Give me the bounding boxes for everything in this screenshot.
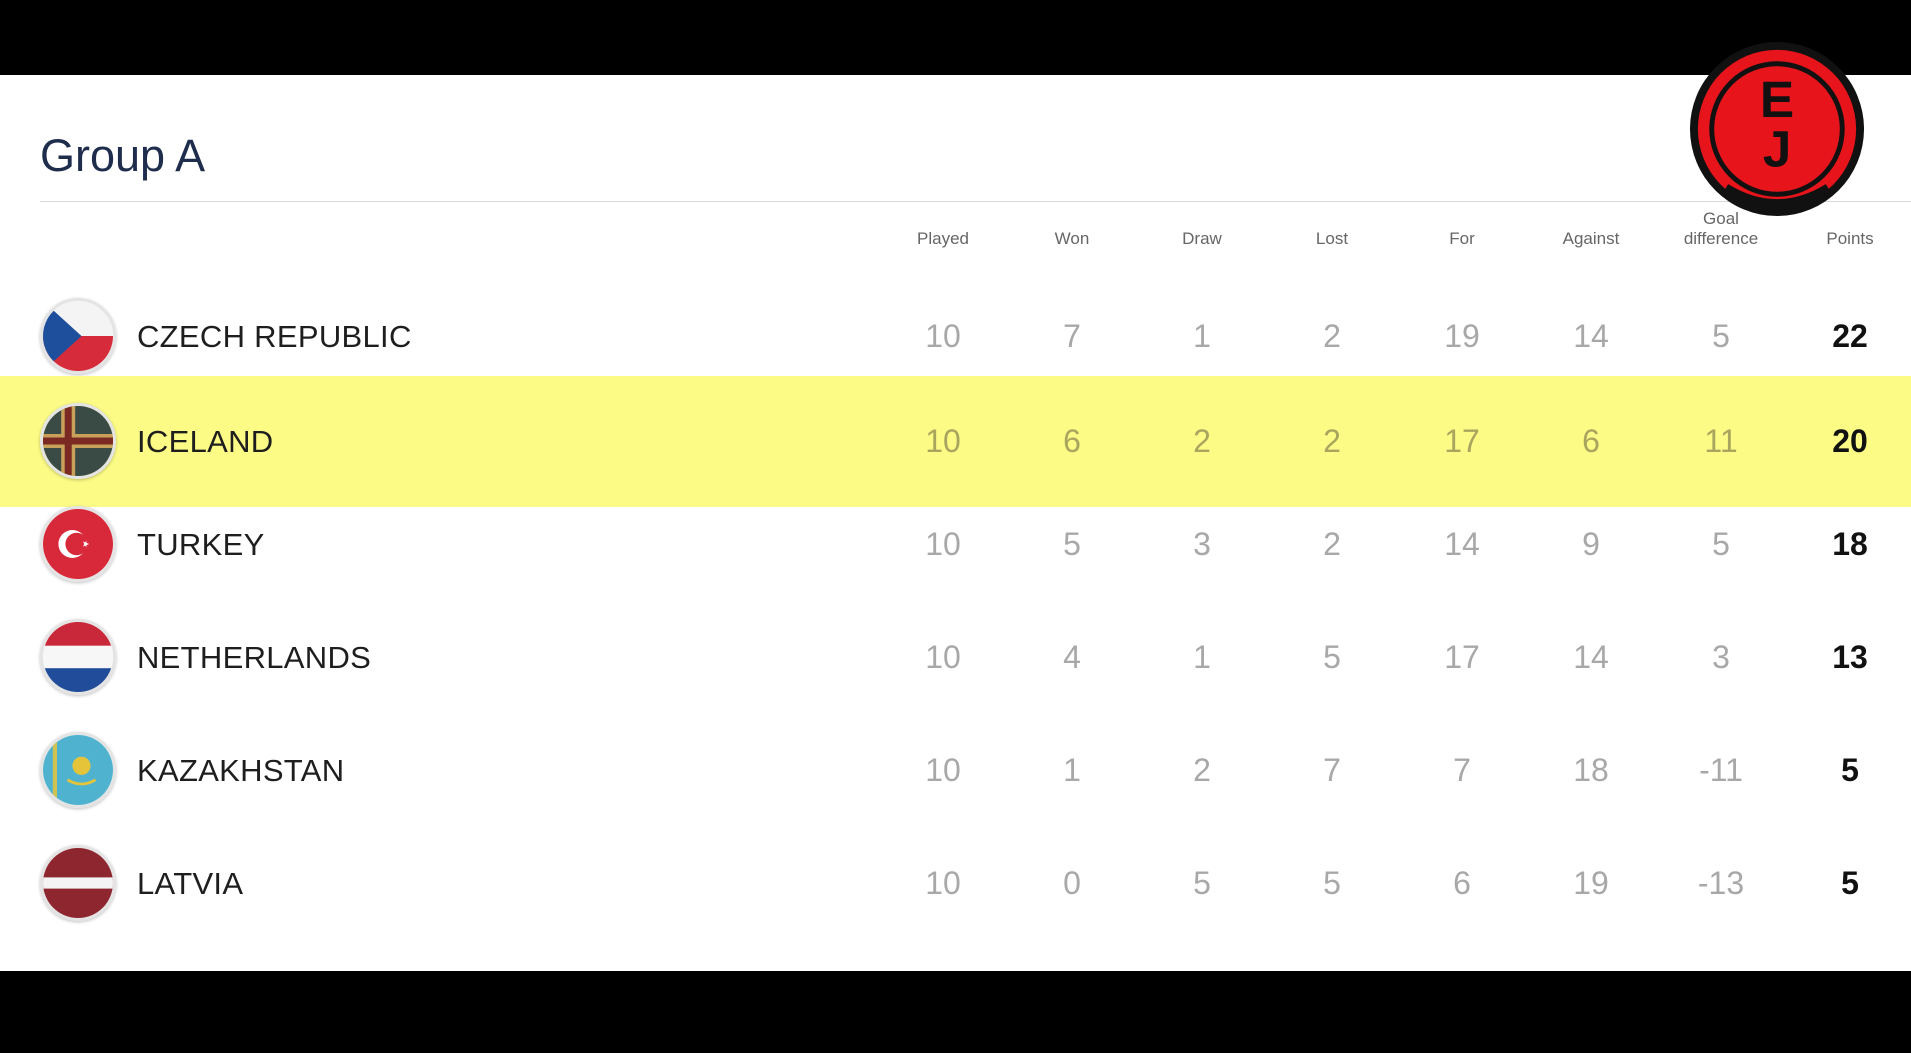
- cell-points: 18: [1832, 526, 1868, 562]
- kazakhstan-flag-icon: [40, 732, 116, 808]
- cell-for: 14: [1444, 526, 1480, 562]
- ej-logo-badge-icon: E J: [1688, 40, 1866, 218]
- cell-played: 10: [925, 865, 961, 901]
- table-row[interactable]: NETHERLANDS 10 4 1 5 17 14 3 13: [0, 601, 1911, 714]
- cell-against: 14: [1573, 639, 1609, 675]
- cell-points: 13: [1832, 639, 1868, 675]
- group-title: Group A: [40, 130, 206, 181]
- column-header-line: Draw: [1182, 229, 1222, 248]
- column-header-line: For: [1449, 229, 1475, 248]
- cell-won: 5: [1063, 526, 1081, 562]
- column-header-for: For: [1397, 229, 1527, 249]
- column-header-line: Points: [1826, 229, 1874, 248]
- cell-lost: 2: [1323, 526, 1341, 562]
- column-header-line: Won: [1054, 229, 1090, 248]
- team-name[interactable]: TURKEY: [137, 488, 265, 601]
- cell-against: 9: [1582, 526, 1600, 562]
- cell-for: 17: [1444, 639, 1480, 675]
- cell-played: 10: [925, 639, 961, 675]
- cell-draw: 5: [1193, 865, 1211, 901]
- turkey-flag-icon: [40, 506, 116, 582]
- cell-lost: 5: [1323, 865, 1341, 901]
- cell-against: 19: [1573, 865, 1609, 901]
- table-row[interactable]: TURKEY 10 5 3 2 14 9 5 18: [0, 488, 1911, 601]
- column-header-line: Against: [1562, 229, 1620, 248]
- cell-for: 7: [1453, 752, 1471, 788]
- table-row[interactable]: LATVIA 10 0 5 5 6 19 -13 5: [0, 827, 1911, 940]
- cell-goal-difference: 3: [1712, 639, 1730, 675]
- team-name[interactable]: LATVIA: [137, 827, 243, 940]
- cell-draw: 1: [1193, 639, 1211, 675]
- cell-won: 0: [1063, 865, 1081, 901]
- column-header-lost: Lost: [1267, 229, 1397, 249]
- cell-draw: 2: [1193, 752, 1211, 788]
- column-header-points: Points: [1785, 229, 1911, 249]
- standings-panel: Group A Played Won Draw Lost For Against Goal d…: [0, 75, 1911, 971]
- column-header-line: Played: [917, 229, 969, 248]
- table-row[interactable]: KAZAKHSTAN 10 1 2 7 7 18 -11 5: [0, 714, 1911, 827]
- cell-goal-difference: -11: [1699, 752, 1743, 788]
- cell-played: 10: [925, 526, 961, 562]
- column-header-against: Against: [1526, 229, 1656, 249]
- column-header-won: Won: [1007, 229, 1137, 249]
- czech-flag-icon: [40, 298, 116, 374]
- column-header-played: Played: [878, 229, 1008, 249]
- cell-points: 5: [1841, 752, 1859, 788]
- column-header-draw: Draw: [1137, 229, 1267, 249]
- cell-won: 1: [1063, 752, 1081, 788]
- cell-goal-difference: -13: [1697, 865, 1745, 901]
- iceland-flag-icon: [40, 403, 116, 479]
- latvia-flag-icon: [40, 845, 116, 921]
- cell-draw: 3: [1193, 526, 1211, 562]
- netherlands-flag-icon: [40, 619, 116, 695]
- cell-lost: 7: [1323, 752, 1341, 788]
- team-name[interactable]: NETHERLANDS: [137, 601, 371, 714]
- svg-text:J: J: [1763, 120, 1792, 178]
- cell-goal-difference: 5: [1712, 526, 1730, 562]
- cell-lost: 5: [1323, 639, 1341, 675]
- cell-against: 18: [1573, 752, 1609, 788]
- column-header-line: difference: [1683, 229, 1759, 248]
- cell-won: 4: [1063, 639, 1081, 675]
- cell-for: 6: [1453, 865, 1471, 901]
- team-name[interactable]: KAZAKHSTAN: [137, 714, 344, 827]
- cell-points: 5: [1841, 865, 1859, 901]
- cell-played: 10: [925, 752, 961, 788]
- column-header-line: Lost: [1315, 229, 1349, 248]
- title-divider: [40, 201, 1911, 202]
